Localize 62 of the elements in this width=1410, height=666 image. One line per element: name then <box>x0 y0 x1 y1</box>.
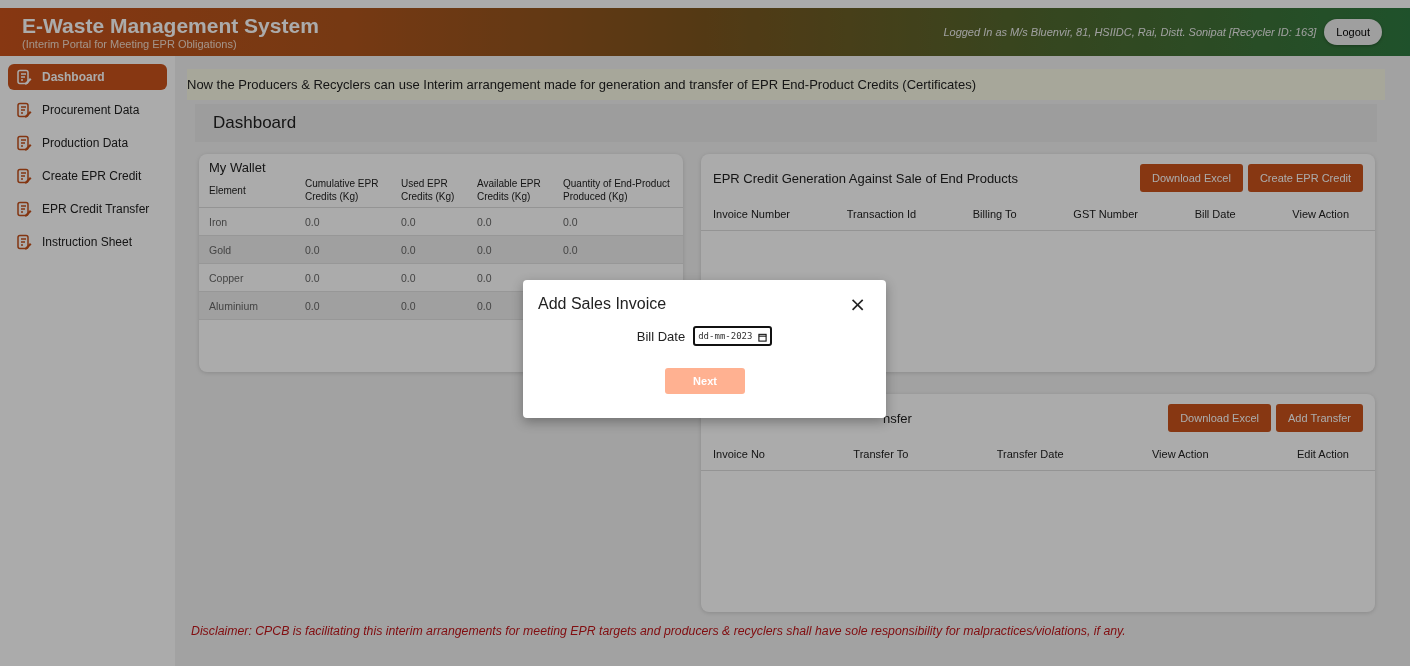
table-cell: 0.0 <box>391 207 467 236</box>
action-button[interactable]: Add Transfer <box>1276 404 1363 432</box>
document-edit-icon <box>16 69 32 85</box>
document-edit-icon <box>16 234 32 250</box>
column-header: Quantity of End-Product Produced (Kg) <box>553 177 683 208</box>
table-cell: 0.0 <box>295 207 391 236</box>
column-header: Transaction Id <box>846 208 917 220</box>
table-cell: 0.0 <box>295 263 391 292</box>
document-edit-icon <box>16 201 32 217</box>
table-cell: 0.0 <box>391 263 467 292</box>
document-edit-icon <box>16 135 32 151</box>
action-button[interactable]: Create EPR Credit <box>1247 164 1363 192</box>
column-header: Transfer To <box>853 448 909 460</box>
column-header: Bill Date <box>1194 208 1236 220</box>
card-title: nsfer <box>882 410 912 426</box>
table-cell: 0.0 <box>467 235 553 264</box>
table-cell: Copper <box>199 263 295 292</box>
page-title: Dashboard <box>195 104 1377 142</box>
card-title: EPR Credit Generation Against Sale of End Products <box>713 170 1018 186</box>
sidebar-item[interactable]: Procurement Data <box>8 97 167 123</box>
calendar-icon <box>758 333 768 342</box>
column-header: Element <box>199 177 295 208</box>
disclaimer-text: Disclaimer: CPCB is facilitating this interim arrangements for meeting EPR targets and producers & recyclers shall have sole responsibility for malpractices/violations, if any. <box>190 623 1127 640</box>
table-cell: Aluminium <box>199 291 295 320</box>
column-header: Invoice No <box>713 448 765 460</box>
table-cell: 0.0 <box>553 235 683 264</box>
date-field[interactable]: dd-mm-2023 <box>693 326 773 346</box>
action-button[interactable]: Download Excel <box>1168 404 1271 432</box>
table-cell: Gold <box>199 235 295 264</box>
column-header: Used EPR Credits (Kg) <box>391 177 467 208</box>
table-cell: 0.0 <box>553 207 683 236</box>
notice-banner: Now the Producers & Recyclers can use Interim arrangement made for generation and transfer of EPR End-Product Credits (Certificates) <box>187 69 1385 100</box>
sidebar-item[interactable]: Instruction Sheet <box>8 229 167 255</box>
table-cell: 0.0 <box>295 291 391 320</box>
logout-button[interactable]: Logout <box>1324 19 1382 45</box>
app-subtitle: (Interim Portal for Meeting EPR Obligations) <box>22 38 238 50</box>
field-label: Bill Date <box>636 328 686 344</box>
sidebar-item[interactable]: Dashboard <box>8 64 167 90</box>
action-button[interactable]: Download Excel <box>1140 164 1243 192</box>
column-header: Cumulative EPR Credits (Kg) <box>295 177 391 208</box>
table-cell: 0.0 <box>467 207 553 236</box>
app-title: E-Waste Management System <box>22 14 319 38</box>
column-header: Invoice Number <box>713 208 791 220</box>
table-cell: Iron <box>199 207 295 236</box>
column-header: Transfer Date <box>996 448 1064 460</box>
sidebar-item[interactable]: Create EPR Credit <box>8 163 167 189</box>
document-edit-icon <box>16 102 32 118</box>
column-header: GST Number <box>1073 208 1138 220</box>
column-header: Billing To <box>972 208 1017 220</box>
close-button[interactable]: × <box>844 294 871 314</box>
sidebar-item[interactable]: Production Data <box>8 130 167 156</box>
sidebar-item[interactable]: EPR Credit Transfer <box>8 196 167 222</box>
document-edit-icon <box>16 168 32 184</box>
column-header: View Action <box>1292 208 1349 220</box>
table-cell: 0.0 <box>391 291 467 320</box>
table-cell: 0.0 <box>295 235 391 264</box>
table-cell: 0.0 <box>391 235 467 264</box>
card-title: My Wallet <box>208 160 267 175</box>
user-info: Logged In as M/s Bluenvir, 81, HSIIDC, Rai, Distt. Sonipat [Recycler ID: 163] <box>943 26 1317 38</box>
column-header: Edit Action <box>1296 448 1349 460</box>
column-header: View Action <box>1151 448 1209 460</box>
column-header: Available EPR Credits (Kg) <box>467 177 553 208</box>
